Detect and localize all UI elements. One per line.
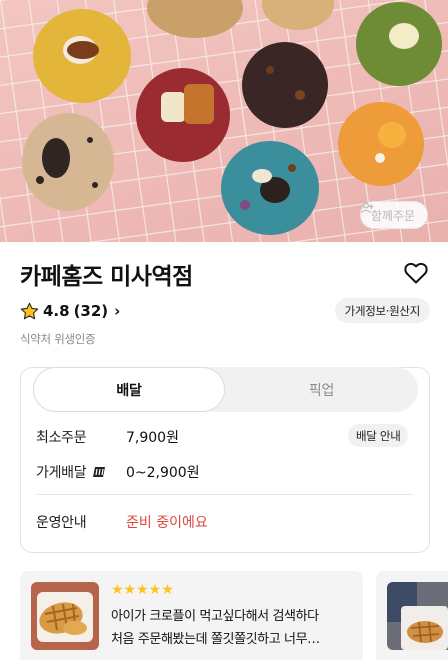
review-text-line2: 처음 주문해봤는데 쫄깃쫄깃하고 너무… (111, 632, 320, 647)
together-order-button[interactable]: 함께주문 (359, 201, 428, 229)
review-text-line1: 아이가 크로플이 먹고싶다해서 검색하다 (111, 609, 319, 624)
rating-value: 4.8 (43, 302, 70, 320)
star-icon (20, 302, 39, 319)
heart-icon[interactable] (404, 262, 428, 284)
store-info-origin-button[interactable]: 가게정보·원산지 (334, 298, 430, 323)
store-delivery-icon (93, 467, 106, 477)
tab-pickup[interactable]: 픽업 (225, 367, 418, 412)
hours-label: 운영안내 (36, 515, 87, 531)
chevron-right-icon: › (114, 302, 121, 320)
store-title: 카페홈즈 미사역점 (20, 264, 193, 290)
delivery-fee-label-row: 가게배달 (36, 462, 107, 482)
min-order-label: 최소주문 (36, 430, 87, 446)
order-type-tabs: 배달 픽업 (33, 367, 418, 412)
croffle-photo (31, 582, 99, 650)
review-count: (32) (73, 302, 109, 320)
review-rating-stars: ★★★★★ (111, 582, 174, 598)
people-icon (361, 202, 374, 214)
review-photo (31, 582, 99, 650)
rating-summary[interactable]: 4.8 (32) › (20, 300, 120, 322)
delivery-guide-button[interactable]: 배달 안내 (348, 424, 409, 447)
delivery-fee-value: 0~2,900원 (126, 465, 200, 481)
tab-delivery[interactable]: 배달 (33, 367, 225, 412)
store-hero-image: 함께주문 (0, 0, 448, 242)
together-order-label: 함께주문 (370, 208, 415, 223)
hours-status: 준비 중이에요 (126, 515, 208, 531)
hygiene-certification: 식약처 위생인증 (20, 332, 96, 346)
review-photo (387, 582, 448, 650)
divider (36, 494, 413, 495)
delivery-fee-label: 가게배달 (36, 465, 87, 481)
waffle-box-photo (387, 582, 448, 650)
min-order-value: 7,900원 (126, 430, 179, 446)
